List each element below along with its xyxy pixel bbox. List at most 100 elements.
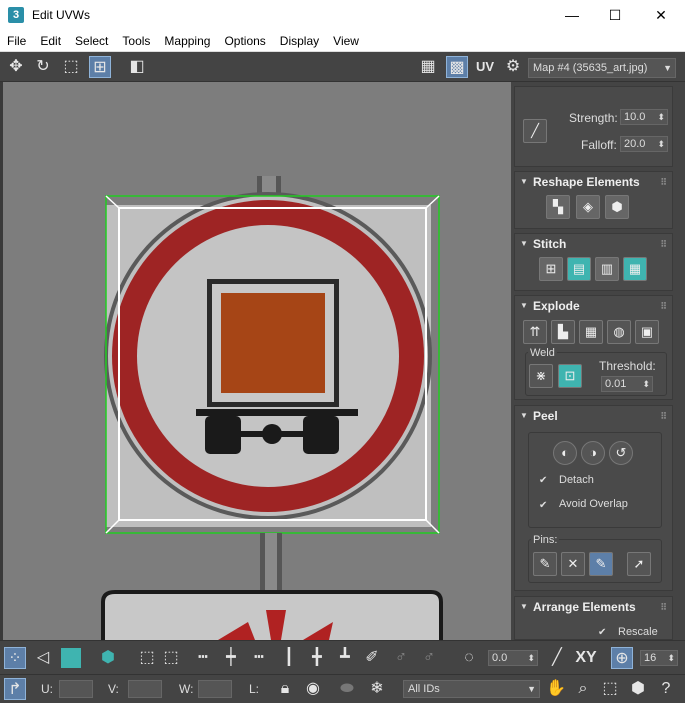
grid-spinner[interactable]: 16 [640,650,678,666]
arrange-elements-rollout: Arrange Elements ✔ Rescale [514,596,673,640]
menu-select[interactable]: Select [68,34,115,48]
u-field[interactable] [59,680,93,698]
menu-options[interactable]: Options [217,34,272,48]
menu-mapping[interactable]: Mapping [157,34,217,48]
maximize-button[interactable]: ☐ [592,0,638,30]
element-mode-icon[interactable]: ⬢ [97,647,119,669]
peel-rollout: Peel ◐ ◑ ↺ ✔ Detach ✔ Avoid Overlap Pins… [514,405,673,591]
stitch-average-icon[interactable]: ▥ [595,257,619,281]
menu-edit[interactable]: Edit [33,34,68,48]
soft-selection-icon[interactable]: ◌ [458,647,480,669]
detach-checkbox[interactable]: ✔ [539,476,549,486]
threshold-label: Threshold: [599,359,656,373]
shrink-selection-icon[interactable]: ⬚ [160,647,182,669]
explode-title[interactable]: Explode [515,296,672,316]
minimize-button[interactable]: — [549,0,595,30]
weld-selected-icon[interactable]: ⋇ [529,364,553,388]
transform-mode-icon[interactable]: ↱ [4,678,26,700]
soft-selection-spinner[interactable]: 0.0 [488,650,538,666]
w-field[interactable] [198,680,232,698]
falloff-spinner[interactable]: 20.0 [620,136,668,152]
explode-by-smoothing-icon[interactable]: ◍ [607,320,631,344]
reshape-elements-title[interactable]: Reshape Elements [515,172,672,192]
ring-grow-icon[interactable]: ╋ [306,647,328,669]
rescale-checkbox[interactable]: ✔ [598,628,608,638]
arrange-elements-title[interactable]: Arrange Elements [515,597,672,617]
xy-toggle[interactable]: XY [572,647,600,669]
strength-spinner[interactable]: 10.0 [620,109,668,125]
checker-icon[interactable]: ▦ [417,56,439,78]
stitch-title[interactable]: Stitch [515,234,672,254]
peel-mode-icon[interactable]: ◑ [581,441,605,465]
zoom-icon[interactable]: ⌕ [572,678,594,700]
help-icon[interactable]: ? [655,678,677,700]
stitch-custom-icon[interactable]: ⊞ [539,257,563,281]
loop-shrink-icon[interactable]: ┅ [248,647,270,669]
ring-icon[interactable]: ┃ [278,647,300,669]
pin-icon[interactable]: ✎ [533,552,557,576]
reset-peel-icon[interactable]: ↺ [609,441,633,465]
auto-pin-icon[interactable]: ✎ [589,552,613,576]
mirror-icon[interactable]: ◧ [126,56,148,78]
detach-icon[interactable]: ▙ [551,320,575,344]
v-field[interactable] [128,680,162,698]
uv-canvas[interactable] [3,82,511,640]
zoom-extents-icon[interactable]: ⬢ [627,678,649,700]
explode-by-material-icon[interactable]: ▣ [635,320,659,344]
ids-select[interactable]: All IDs ▼ [403,680,540,698]
grow-selection-icon[interactable]: ⬚ [136,647,158,669]
peel-title[interactable]: Peel [515,406,672,426]
move-icon[interactable]: ✥ [5,56,27,78]
pan-icon[interactable]: ✋ [545,678,567,700]
avoid-overlap-checkbox[interactable]: ✔ [539,501,549,511]
stitch-source-icon[interactable]: ▦ [623,257,647,281]
weld-target-icon[interactable]: ⊡ [558,364,582,388]
cube-icon[interactable]: ⬢ [605,195,629,219]
map-options-icon[interactable]: ⚙ [502,56,524,78]
freeform-icon[interactable]: ⊞ [89,56,111,78]
straighten-icon[interactable]: ▚ [546,195,570,219]
freeze-icon[interactable]: ⬬ [336,678,358,700]
paint-grow-icon[interactable]: ♂ [390,647,412,669]
weld-label: Weld [528,347,557,359]
select-pins-icon[interactable]: ➚ [627,552,651,576]
loop-grow-icon[interactable]: ┿ [220,647,242,669]
face-mode-icon[interactable] [61,648,81,668]
close-button[interactable]: ✕ [638,0,684,30]
scale-icon[interactable]: ⬚ [60,56,82,78]
edge-distance-icon[interactable]: ╱ [546,647,568,669]
v-label: V: [108,682,119,696]
unpin-icon[interactable]: ✕ [561,552,585,576]
vertex-mode-icon[interactable]: ⁘ [4,647,26,669]
menu-display[interactable]: Display [273,34,326,48]
edge-mode-icon[interactable]: ◁ [32,647,54,669]
map-select[interactable]: Map #4 (35635_art.jpg) ▼ [528,58,676,78]
loop-icon[interactable]: ┅ [192,647,214,669]
wheel-left [205,416,241,454]
threshold-spinner[interactable]: 0.01 [601,376,653,392]
paint-select-icon[interactable]: ✐ [361,647,383,669]
rotate-icon[interactable]: ↻ [32,56,54,78]
stitch-target-icon[interactable]: ▤ [567,257,591,281]
menu-view[interactable]: View [326,34,366,48]
paint-shrink-icon[interactable]: ♂ [418,647,440,669]
zoom-region-icon[interactable]: ⬚ [599,678,621,700]
snowflake-icon[interactable]: ❄ [366,678,388,700]
quick-peel-icon[interactable]: ◐ [553,441,577,465]
show-map-icon[interactable]: ▩ [446,56,468,78]
ring-shrink-icon[interactable]: ┻ [334,647,356,669]
falloff-label: Falloff: [581,138,617,152]
brush-icon[interactable]: ╱ [523,119,547,143]
hide-icon[interactable]: ◉ [302,678,324,700]
lock-icon[interactable]: 🔒︎ [274,678,296,700]
break-icon[interactable]: ⇈ [523,320,547,344]
menu-file[interactable]: File [0,34,33,48]
uv-toggle[interactable]: UV [473,56,497,78]
uv-viewport[interactable] [0,82,511,640]
wheel-right [303,416,339,454]
reshape-elements-rollout: Reshape Elements ▚ ◈ ⬢ [514,171,673,229]
relax-icon[interactable]: ◈ [576,195,600,219]
flatten-icon[interactable]: ▦ [579,320,603,344]
menu-tools[interactable]: Tools [115,34,157,48]
grid-snap-icon[interactable]: ⊕ [611,647,633,669]
